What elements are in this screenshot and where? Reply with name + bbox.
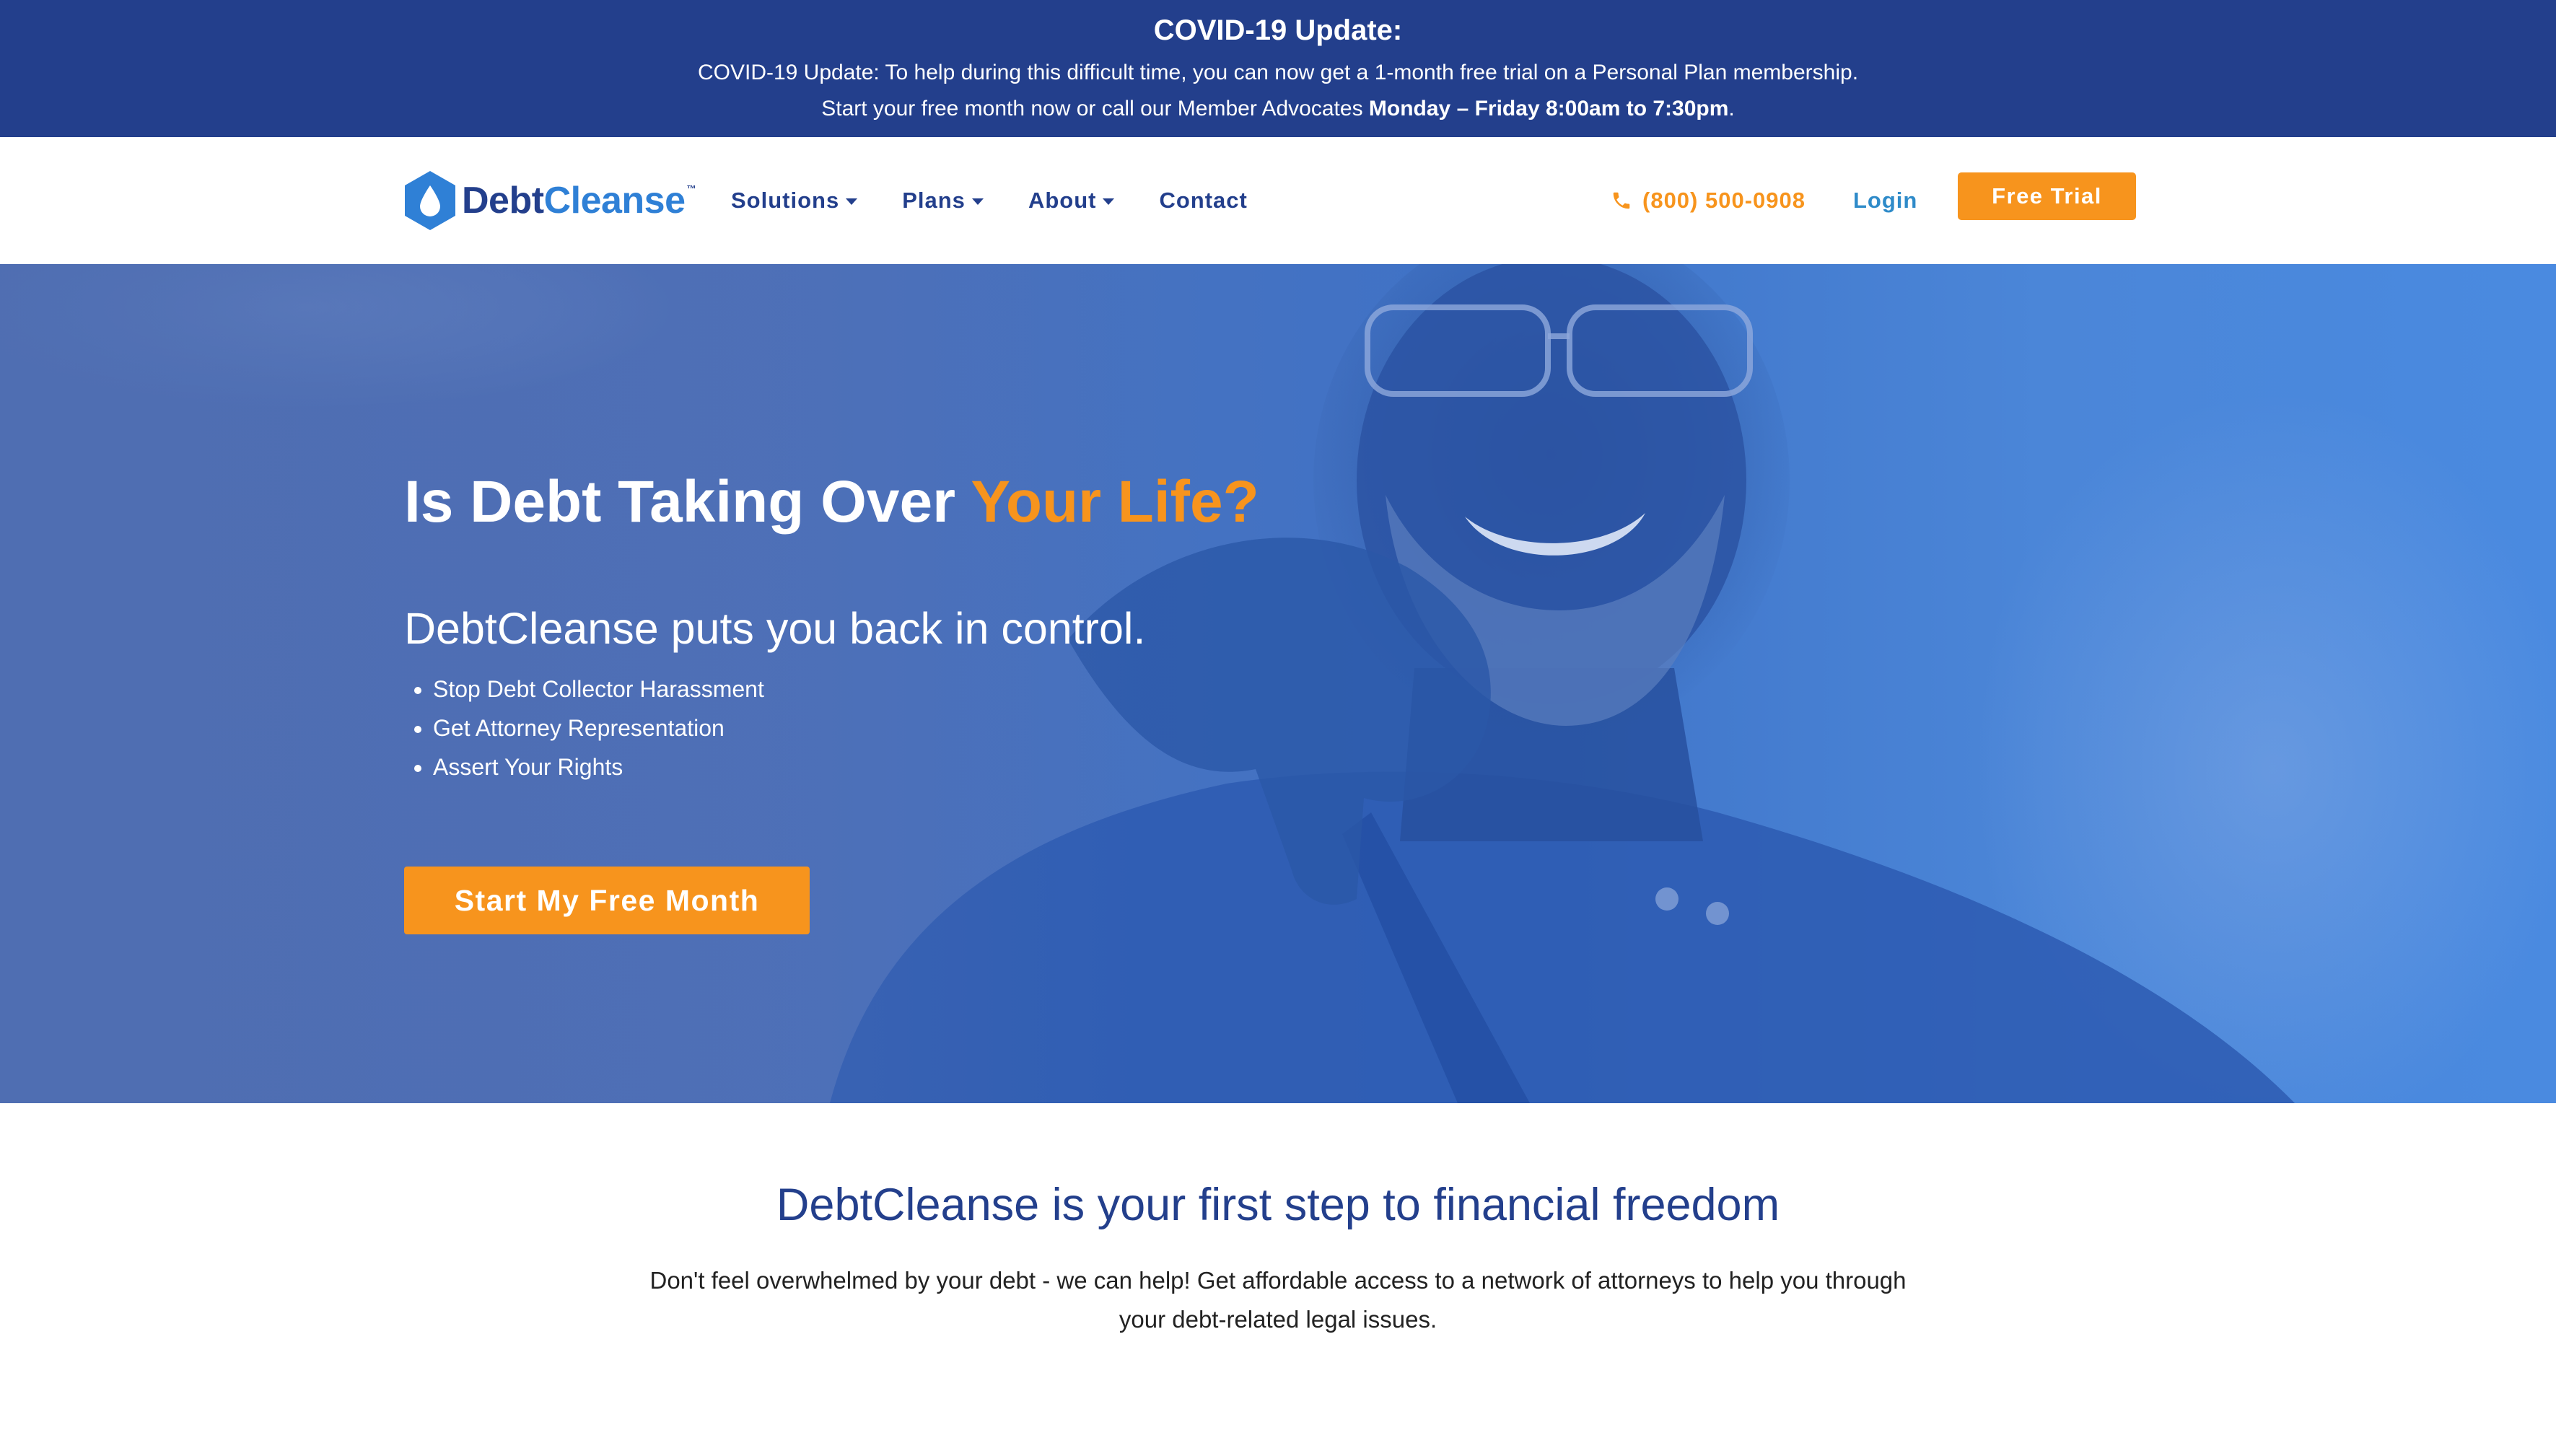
- banner-hours-suffix: .: [1728, 97, 1735, 120]
- list-item: Assert Your Rights: [433, 747, 764, 786]
- hero-title: Is Debt Taking Over Your Life?: [404, 466, 1259, 538]
- list-item: Stop Debt Collector Harassment: [433, 670, 764, 709]
- nav-plans-label: Plans: [902, 188, 966, 213]
- hero-subtitle: DebtCleanse puts you back in control.: [404, 604, 1146, 653]
- start-free-month-button[interactable]: Start My Free Month: [404, 867, 810, 934]
- hero-title-prefix: Is Debt Taking Over: [404, 469, 971, 535]
- nav-solutions[interactable]: Solutions: [731, 188, 858, 214]
- logo-word-debt: Debt: [462, 180, 544, 222]
- banner-title: COVID-19 Update:: [1153, 14, 1403, 46]
- phone-link[interactable]: (800) 500-0908: [1611, 183, 1806, 218]
- nav-solutions-label: Solutions: [731, 188, 840, 213]
- caret-down-icon: [846, 198, 858, 205]
- caret-down-icon: [1103, 198, 1115, 205]
- banner-hours: Start your free month now or call our Me…: [0, 95, 2556, 123]
- login-link[interactable]: Login: [1853, 183, 1917, 218]
- intro-text: Don't feel overwhelmed by your debt - we…: [649, 1267, 1907, 1333]
- logo-word-cleanse: Cleanse: [543, 180, 686, 222]
- banner-message: COVID-19 Update: To help during this dif…: [697, 61, 1859, 84]
- logo-wordmark: DebtCleanse: [462, 179, 686, 222]
- hero-background-photo: [0, 264, 2556, 1103]
- caret-down-icon: [971, 198, 984, 205]
- list-item: Get Attorney Representation: [433, 709, 764, 747]
- covid-banner: COVID-19 Update: COVID-19 Update: To hel…: [0, 0, 2556, 137]
- nav-about[interactable]: About: [1028, 188, 1115, 214]
- nav-contact[interactable]: Contact: [1159, 188, 1247, 214]
- nav-contact-label: Contact: [1159, 188, 1248, 213]
- phone-number: (800) 500-0908: [1642, 188, 1806, 213]
- hero-title-accent: Your Life?: [971, 469, 1259, 535]
- phone-icon: [1613, 192, 1630, 209]
- logo-trademark: ™: [686, 183, 696, 194]
- banner-hours-bold: Monday – Friday 8:00am to 7:30pm: [1368, 97, 1729, 120]
- free-trial-button[interactable]: Free Trial: [1958, 172, 2136, 220]
- main-nav: Solutions Plans About Contact: [731, 183, 1292, 218]
- nav-about-label: About: [1028, 188, 1097, 213]
- site-header: DebtCleanse ™ Solutions Plans About Cont…: [0, 137, 2556, 264]
- hero-benefits-list: Stop Debt Collector Harassment Get Attor…: [404, 670, 764, 786]
- intro-title: DebtCleanse is your first step to financ…: [776, 1180, 1780, 1230]
- hero-section: Is Debt Taking Over Your Life? DebtClean…: [0, 264, 2556, 1103]
- banner-hours-prefix: Start your free month now or call our Me…: [821, 97, 1369, 120]
- nav-plans[interactable]: Plans: [902, 188, 984, 214]
- water-drop-hexagon-icon: [405, 171, 455, 230]
- logo[interactable]: DebtCleanse ™: [403, 169, 696, 232]
